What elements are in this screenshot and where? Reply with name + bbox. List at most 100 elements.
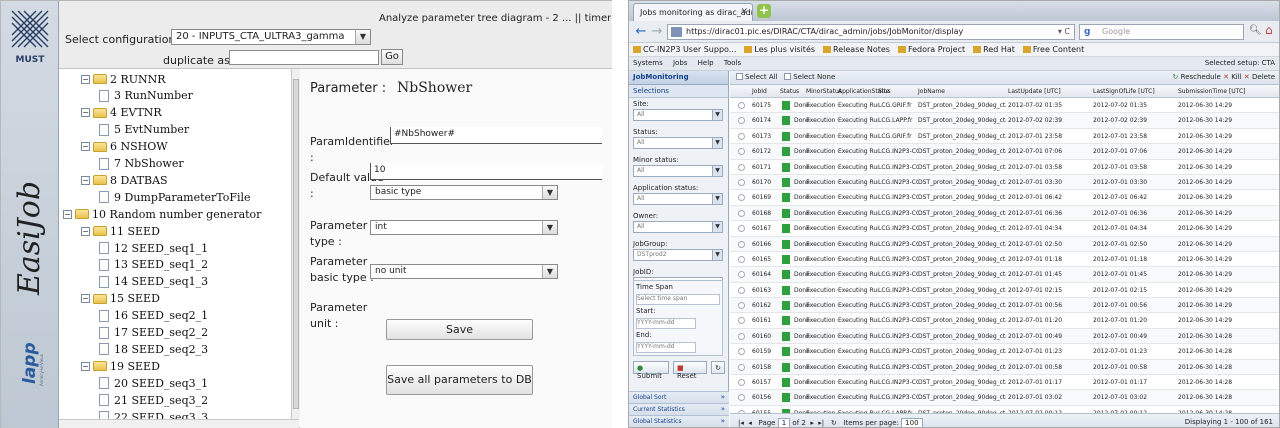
- select-none-checkbox[interactable]: [784, 73, 792, 80]
- refresh-button[interactable]: ↻: [711, 361, 725, 374]
- select-all-checkbox[interactable]: [736, 73, 743, 80]
- param-type-select[interactable]: basic type ▼: [370, 185, 558, 200]
- tree-leaf-node[interactable]: 20 SEED_seq3_1: [99, 374, 208, 392]
- row-checkbox[interactable]: [738, 271, 745, 279]
- current-statistics-panel[interactable]: Current Statistics »: [629, 403, 729, 415]
- global-statistics-panel[interactable]: Global Statistics »: [629, 415, 729, 427]
- reload-icon[interactable]: ▾ C: [1058, 27, 1070, 36]
- tree-leaf-node[interactable]: 9 DumpParameterToFile: [99, 188, 251, 206]
- table-row[interactable]: 60162DoneExecution CompleteExecuting Run…: [730, 298, 1279, 314]
- back-arrow-icon[interactable]: ←: [633, 24, 649, 40]
- home-icon[interactable]: ⌂: [1265, 23, 1273, 37]
- collapse-toggle-icon[interactable]: −: [81, 74, 90, 84]
- row-checkbox[interactable]: [738, 394, 745, 402]
- collapse-toggle-icon[interactable]: −: [81, 361, 90, 371]
- collapse-toggle-icon[interactable]: −: [81, 226, 90, 236]
- tree-leaf-node[interactable]: 21 SEED_seq3_2: [99, 391, 208, 409]
- row-checkbox[interactable]: [738, 363, 745, 371]
- column-header[interactable]: JobId: [752, 88, 767, 95]
- go-button[interactable]: Go: [381, 49, 403, 65]
- menu-help[interactable]: Help: [698, 59, 714, 67]
- selection-field-select[interactable]: All ▼: [633, 221, 723, 233]
- tree-leaf-node[interactable]: 3 RunNumber: [99, 87, 193, 105]
- tree-leaf-node[interactable]: 13 SEED_seq1_2: [99, 256, 208, 274]
- param-unit-select[interactable]: no unit ▼: [370, 264, 558, 279]
- row-checkbox[interactable]: [738, 194, 745, 202]
- bookmark-item[interactable]: Red Hat: [973, 45, 1015, 54]
- row-checkbox[interactable]: [738, 302, 745, 310]
- collapse-toggle-icon[interactable]: −: [81, 142, 90, 152]
- selected-setup[interactable]: Selected setup: CTA: [1205, 59, 1275, 67]
- next-page-icon[interactable]: ▸: [810, 419, 814, 427]
- row-checkbox[interactable]: [738, 379, 745, 387]
- table-row[interactable]: 60175DoneExecution CompleteExecuting Run…: [730, 98, 1279, 114]
- row-checkbox[interactable]: [738, 240, 745, 248]
- column-header[interactable]: LastSignOfLife [UTC]: [1093, 88, 1155, 95]
- column-header[interactable]: MinorStatus: [806, 88, 842, 95]
- bookmark-item[interactable]: Les plus visités: [744, 45, 815, 54]
- row-checkbox[interactable]: [738, 132, 745, 140]
- start-date-input[interactable]: YYYY-mm-dd: [636, 318, 696, 329]
- selection-field-select[interactable]: DSTprod2 ▼: [633, 249, 723, 261]
- forward-arrow-icon[interactable]: →: [649, 24, 665, 40]
- web-search-input[interactable]: g Google: [1079, 24, 1244, 40]
- column-header[interactable]: LastUpdate [UTC]: [1008, 88, 1061, 95]
- row-checkbox[interactable]: [738, 225, 745, 233]
- table-row[interactable]: 60159DoneExecution CompleteExecuting Run…: [730, 344, 1279, 360]
- collapse-toggle-icon[interactable]: −: [81, 108, 90, 118]
- table-row[interactable]: 60158DoneExecution CompleteExecuting Run…: [730, 359, 1279, 376]
- table-row[interactable]: 60174DoneExecution CompleteExecuting Run…: [730, 113, 1279, 129]
- select-none-label[interactable]: Select None: [793, 73, 835, 81]
- reschedule-button[interactable]: Reschedule: [1181, 73, 1221, 81]
- close-icon[interactable]: ✕: [740, 7, 748, 17]
- tree-folder-node[interactable]: − 2 RUNNR: [81, 70, 166, 88]
- table-row[interactable]: 60161DoneExecution CompleteExecuting Run…: [730, 313, 1279, 329]
- last-page-icon[interactable]: ▸|: [818, 419, 824, 427]
- selection-field-select[interactable]: All ▼: [633, 109, 723, 121]
- bookmark-item[interactable]: Release Notes: [823, 45, 890, 54]
- tree-leaf-node[interactable]: 12 SEED_seq1_1: [99, 239, 208, 257]
- tree-horizontal-scrollbar[interactable]: [59, 419, 299, 428]
- tree-vertical-scrollbar[interactable]: [291, 69, 300, 419]
- reset-button[interactable]: ■ Reset: [673, 361, 707, 380]
- collapse-toggle-icon[interactable]: −: [63, 209, 72, 219]
- time-span-select[interactable]: Select time span: [636, 294, 720, 305]
- row-checkbox[interactable]: [738, 255, 745, 263]
- default-value-input[interactable]: 10: [370, 163, 602, 180]
- save-button[interactable]: Save: [386, 319, 533, 340]
- table-row[interactable]: 60169DoneExecution CompleteExecuting Run…: [730, 190, 1279, 206]
- scrollbar-thumb[interactable]: [293, 79, 299, 409]
- param-basic-type-select[interactable]: int ▼: [370, 220, 558, 235]
- tree-leaf-node[interactable]: 17 SEED_seq2_2: [99, 324, 208, 342]
- table-row[interactable]: 60173DoneExecution CompleteExecuting Run…: [730, 129, 1279, 145]
- kill-button[interactable]: Kill: [1231, 73, 1241, 81]
- collapse-toggle-icon[interactable]: −: [81, 294, 90, 304]
- url-bar[interactable]: https://dirac01.pic.es/DIRAC/CTA/dirac_a…: [667, 24, 1075, 40]
- global-sort-panel[interactable]: Global Sort »: [629, 391, 729, 403]
- table-row[interactable]: 60160DoneExecution CompleteExecuting Run…: [730, 328, 1279, 345]
- bookmark-item[interactable]: Free Content: [1022, 45, 1084, 54]
- table-row[interactable]: 60163DoneExecution CompleteExecuting Run…: [730, 283, 1279, 299]
- submit-button[interactable]: ● Submit: [633, 361, 669, 380]
- menu-tools[interactable]: Tools: [724, 59, 741, 67]
- tree-folder-node[interactable]: − 19 SEED: [81, 357, 160, 375]
- param-identifier-input[interactable]: #NbShower#: [390, 127, 602, 144]
- collapse-toggle-icon[interactable]: −: [81, 175, 90, 185]
- table-row[interactable]: 60156DoneExecution CompleteExecuting Run…: [730, 390, 1279, 406]
- tree-leaf-node[interactable]: 14 SEED_seq1_3: [99, 273, 208, 291]
- row-checkbox[interactable]: [738, 117, 745, 125]
- tree-folder-node[interactable]: − 15 SEED: [81, 290, 160, 308]
- column-header[interactable]: Status: [780, 88, 799, 95]
- tree-leaf-node[interactable]: 7 NbShower: [99, 155, 184, 173]
- table-row[interactable]: 60168DoneExecution CompleteExecuting Run…: [730, 205, 1279, 222]
- tree-folder-node[interactable]: − 10 Random number generator: [63, 205, 261, 223]
- row-checkbox[interactable]: [738, 163, 745, 171]
- column-header[interactable]: SubmissionTime [UTC]: [1178, 88, 1246, 95]
- tree-leaf-node[interactable]: 16 SEED_seq2_1: [99, 307, 208, 325]
- delete-button[interactable]: Delete: [1252, 73, 1275, 81]
- table-row[interactable]: 60164DoneExecution CompleteExecuting Run…: [730, 267, 1279, 283]
- menu-systems[interactable]: Systems: [633, 59, 663, 67]
- row-checkbox[interactable]: [738, 348, 745, 356]
- new-tab-icon[interactable]: +: [757, 4, 771, 18]
- first-page-icon[interactable]: |◂: [738, 419, 744, 427]
